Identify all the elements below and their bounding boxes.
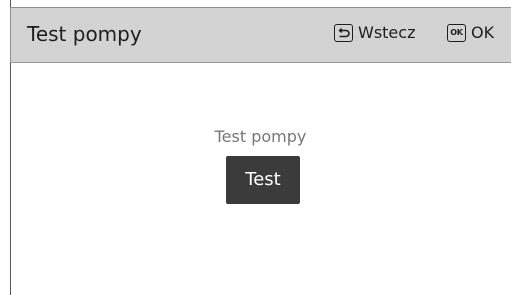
back-hint[interactable]: Wstecz <box>334 23 415 43</box>
main-content: Test pompy Test <box>10 63 511 295</box>
ok-label: OK <box>471 23 495 42</box>
ok-key-icon: OK <box>447 24 466 42</box>
back-label: Wstecz <box>358 23 416 42</box>
screen: Test pompy Wstecz OK OK Test pompy Test <box>0 0 511 295</box>
ok-key-text: OK <box>450 28 463 37</box>
back-arrow-icon <box>334 24 353 42</box>
test-button[interactable]: Test <box>226 156 300 204</box>
ok-hint[interactable]: OK OK <box>447 23 494 43</box>
pump-test-label: Test pompy <box>214 127 307 146</box>
page-title: Test pompy <box>27 22 142 46</box>
header-bar: Test pompy Wstecz OK OK <box>10 7 511 63</box>
